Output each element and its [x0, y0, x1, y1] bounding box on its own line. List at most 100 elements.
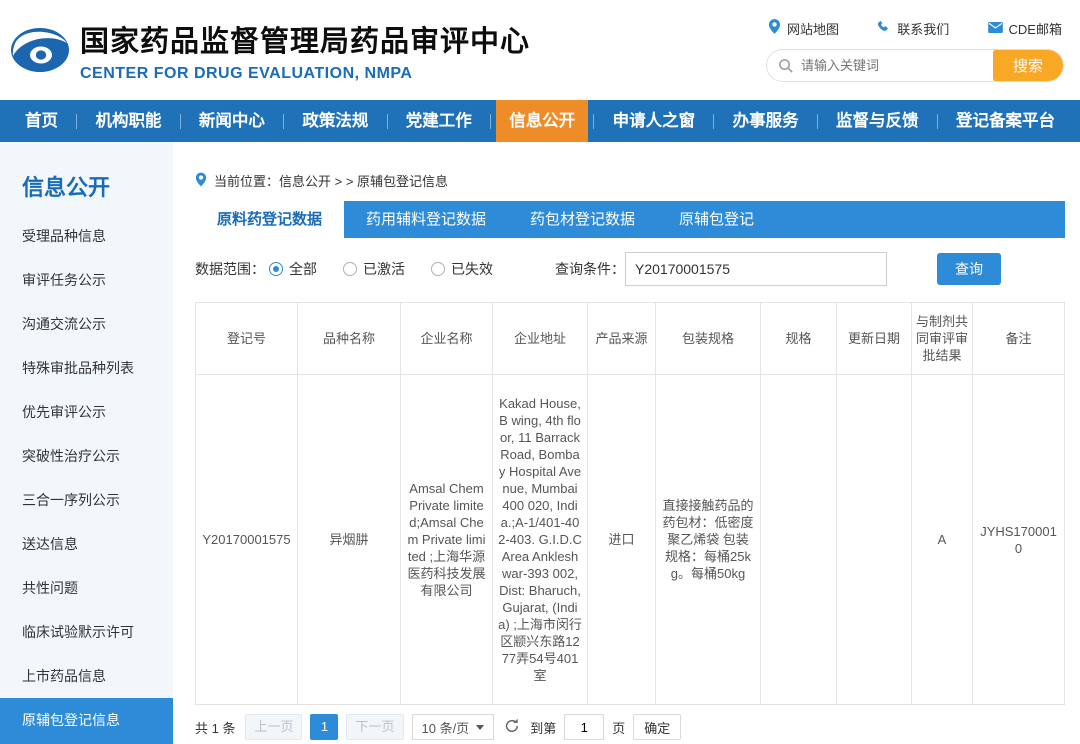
sidebar-item-three-in-one[interactable]: 三合一序列公示 [0, 478, 173, 522]
nav-item-services[interactable]: 办事服务 [720, 100, 812, 142]
tab-bar: 原料药登记数据 药用辅料登记数据 药包材登记数据 原辅包登记 [195, 201, 1065, 238]
goto-unit-label: 页 [612, 718, 625, 737]
brand-block: 国家药品监督管理局药品审评中心 CENTER FOR DRUG EVALUATI… [10, 18, 530, 83]
radio-activated[interactable]: 已激活 [343, 259, 405, 279]
col-header-company-name: 企业名称 [401, 303, 493, 375]
filter-bar: 数据范围： 全部 已激活 已失效 查询条件： [195, 252, 1065, 286]
nav-separator [937, 114, 938, 129]
nav-item-applicant-window[interactable]: 申请人之窗 [600, 100, 709, 142]
confirm-button[interactable]: 确定 [633, 714, 681, 740]
nav-separator [283, 114, 284, 129]
nav-item-home[interactable]: 首页 [12, 100, 71, 142]
cell-origin: 进口 [588, 375, 656, 705]
sidebar-item-delivery-info[interactable]: 送达信息 [0, 522, 173, 566]
sidebar-item-special-approval[interactable]: 特殊审批品种列表 [0, 346, 173, 390]
search-input[interactable] [793, 58, 993, 73]
tab-api-registration[interactable]: 原料药登记数据 [195, 201, 344, 238]
col-header-company-address: 企业地址 [493, 303, 588, 375]
radio-all[interactable]: 全部 [269, 259, 317, 279]
header-utilities: 网站地图 联系我们 CDE邮箱 [766, 19, 1064, 82]
mailbox-link[interactable]: CDE邮箱 [988, 19, 1062, 38]
sidebar-item-accepted-products[interactable]: 受理品种信息 [0, 214, 173, 258]
nav-item-supervision[interactable]: 监督与反馈 [823, 100, 932, 142]
title-block: 国家药品监督管理局药品审评中心 CENTER FOR DRUG EVALUATI… [80, 18, 530, 83]
sidebar-item-priority-review[interactable]: 优先审评公示 [0, 390, 173, 434]
nav-item-party[interactable]: 党建工作 [393, 100, 485, 142]
cell-spec [761, 375, 837, 705]
cell-remark: JYHS1700010 [973, 375, 1065, 705]
phone-icon [877, 20, 891, 37]
main-nav: 首页 机构职能 新闻中心 政策法规 党建工作 信息公开 申请人之窗 办事服务 监… [0, 100, 1080, 142]
radio-expired-label: 已失效 [451, 259, 493, 279]
table-header-row: 登记号 品种名称 企业名称 企业地址 产品来源 包装规格 规格 更新日期 与制剂… [196, 303, 1065, 375]
refresh-icon [504, 718, 520, 737]
sidebar-item-breakthrough-therapy[interactable]: 突破性治疗公示 [0, 434, 173, 478]
search-button[interactable]: 搜索 [993, 49, 1063, 82]
cde-logo-icon [10, 26, 70, 74]
search-icon [778, 58, 793, 73]
radio-group: 全部 已激活 已失效 [269, 259, 493, 279]
breadcrumb-text: 当前位置：信息公开 > > 原辅包登记信息 [214, 171, 448, 190]
refresh-button[interactable] [504, 718, 520, 737]
page-size-value: 10 条/页 [422, 718, 470, 737]
sidebar-item-clinical-trial-license[interactable]: 临床试验默示许可 [0, 610, 173, 654]
sidebar-item-marketed-drugs[interactable]: 上市药品信息 [0, 654, 173, 698]
nav-item-registration-platform[interactable]: 登记备案平台 [943, 100, 1068, 142]
contact-link[interactable]: 联系我们 [877, 19, 949, 38]
tab-packaging-registration[interactable]: 药包材登记数据 [508, 201, 657, 238]
sidebar-item-communication[interactable]: 沟通交流公示 [0, 302, 173, 346]
nav-separator [713, 114, 714, 129]
cell-company-name: Amsal Chem Private limited;Amsal Chem Pr… [401, 375, 493, 705]
table-row: Y20170001575 异烟肼 Amsal Chem Private limi… [196, 375, 1065, 705]
goto-page-input[interactable] [564, 714, 604, 740]
site-subtitle: CENTER FOR DRUG EVALUATION, NMPA [80, 65, 530, 83]
breadcrumb: 当前位置：信息公开 > > 原辅包登记信息 [195, 171, 1065, 190]
col-header-package-spec: 包装规格 [656, 303, 761, 375]
sidebar-title: 信息公开 [0, 142, 173, 214]
pagination: 共 1 条 上一页 1 下一页 10 条/页 到第 页 确定 [195, 714, 1065, 740]
query-button[interactable]: 查询 [937, 253, 1001, 285]
prev-page-button[interactable]: 上一页 [245, 714, 302, 740]
page-size-select[interactable]: 10 条/页 [412, 714, 495, 740]
nav-separator [180, 114, 181, 129]
next-page-button[interactable]: 下一页 [346, 714, 403, 740]
col-header-origin: 产品来源 [588, 303, 656, 375]
cell-joint-review: A [912, 375, 973, 705]
nav-separator [76, 114, 77, 129]
nav-item-news[interactable]: 新闻中心 [186, 100, 278, 142]
tab-excipient-registration[interactable]: 药用辅料登记数据 [344, 201, 508, 238]
mail-icon [988, 21, 1003, 36]
cell-package-spec: 直接接触药品的药包材：低密度聚乙烯袋 包装规格：每桶25kg。每桶50kg [656, 375, 761, 705]
sitemap-link[interactable]: 网站地图 [768, 19, 839, 38]
sidebar-item-common-issues[interactable]: 共性问题 [0, 566, 173, 610]
nav-item-functions[interactable]: 机构职能 [82, 100, 174, 142]
sitemap-link-label: 网站地图 [787, 19, 839, 38]
radio-activated-label: 已激活 [363, 259, 405, 279]
site-header: 国家药品监督管理局药品审评中心 CENTER FOR DRUG EVALUATI… [0, 0, 1080, 100]
mailbox-link-label: CDE邮箱 [1009, 19, 1062, 38]
cell-company-address: Kakad House, B wing, 4th floor, 11 Barra… [493, 375, 588, 705]
tab-raw-aux-pack[interactable]: 原辅包登记 [657, 201, 776, 238]
query-condition-input[interactable] [625, 252, 887, 286]
sidebar-partial-item [0, 736, 173, 744]
sidebar: 信息公开 受理品种信息 审评任务公示 沟通交流公示 特殊审批品种列表 优先审评公… [0, 142, 173, 744]
goto-label: 到第 [530, 718, 556, 737]
total-count: 共 1 条 [195, 718, 235, 737]
site-title: 国家药品监督管理局药品审评中心 [80, 18, 530, 60]
caret-down-icon [476, 725, 484, 730]
content-area: 信息公开 受理品种信息 审评任务公示 沟通交流公示 特殊审批品种列表 优先审评公… [0, 142, 1080, 744]
location-pin-icon [195, 172, 207, 190]
nav-item-info-disclosure[interactable]: 信息公开 [496, 100, 588, 142]
site-search: 搜索 [766, 49, 1064, 82]
cell-product-name: 异烟肼 [298, 375, 401, 705]
map-pin-icon [768, 19, 781, 37]
col-header-remark: 备注 [973, 303, 1065, 375]
sidebar-item-review-tasks[interactable]: 审评任务公示 [0, 258, 173, 302]
nav-separator [387, 114, 388, 129]
radio-all-label: 全部 [289, 259, 317, 279]
nav-separator [490, 114, 491, 129]
col-header-update-date: 更新日期 [837, 303, 912, 375]
nav-item-policies[interactable]: 政策法规 [289, 100, 381, 142]
page-number-button[interactable]: 1 [310, 714, 338, 740]
radio-expired[interactable]: 已失效 [431, 259, 493, 279]
